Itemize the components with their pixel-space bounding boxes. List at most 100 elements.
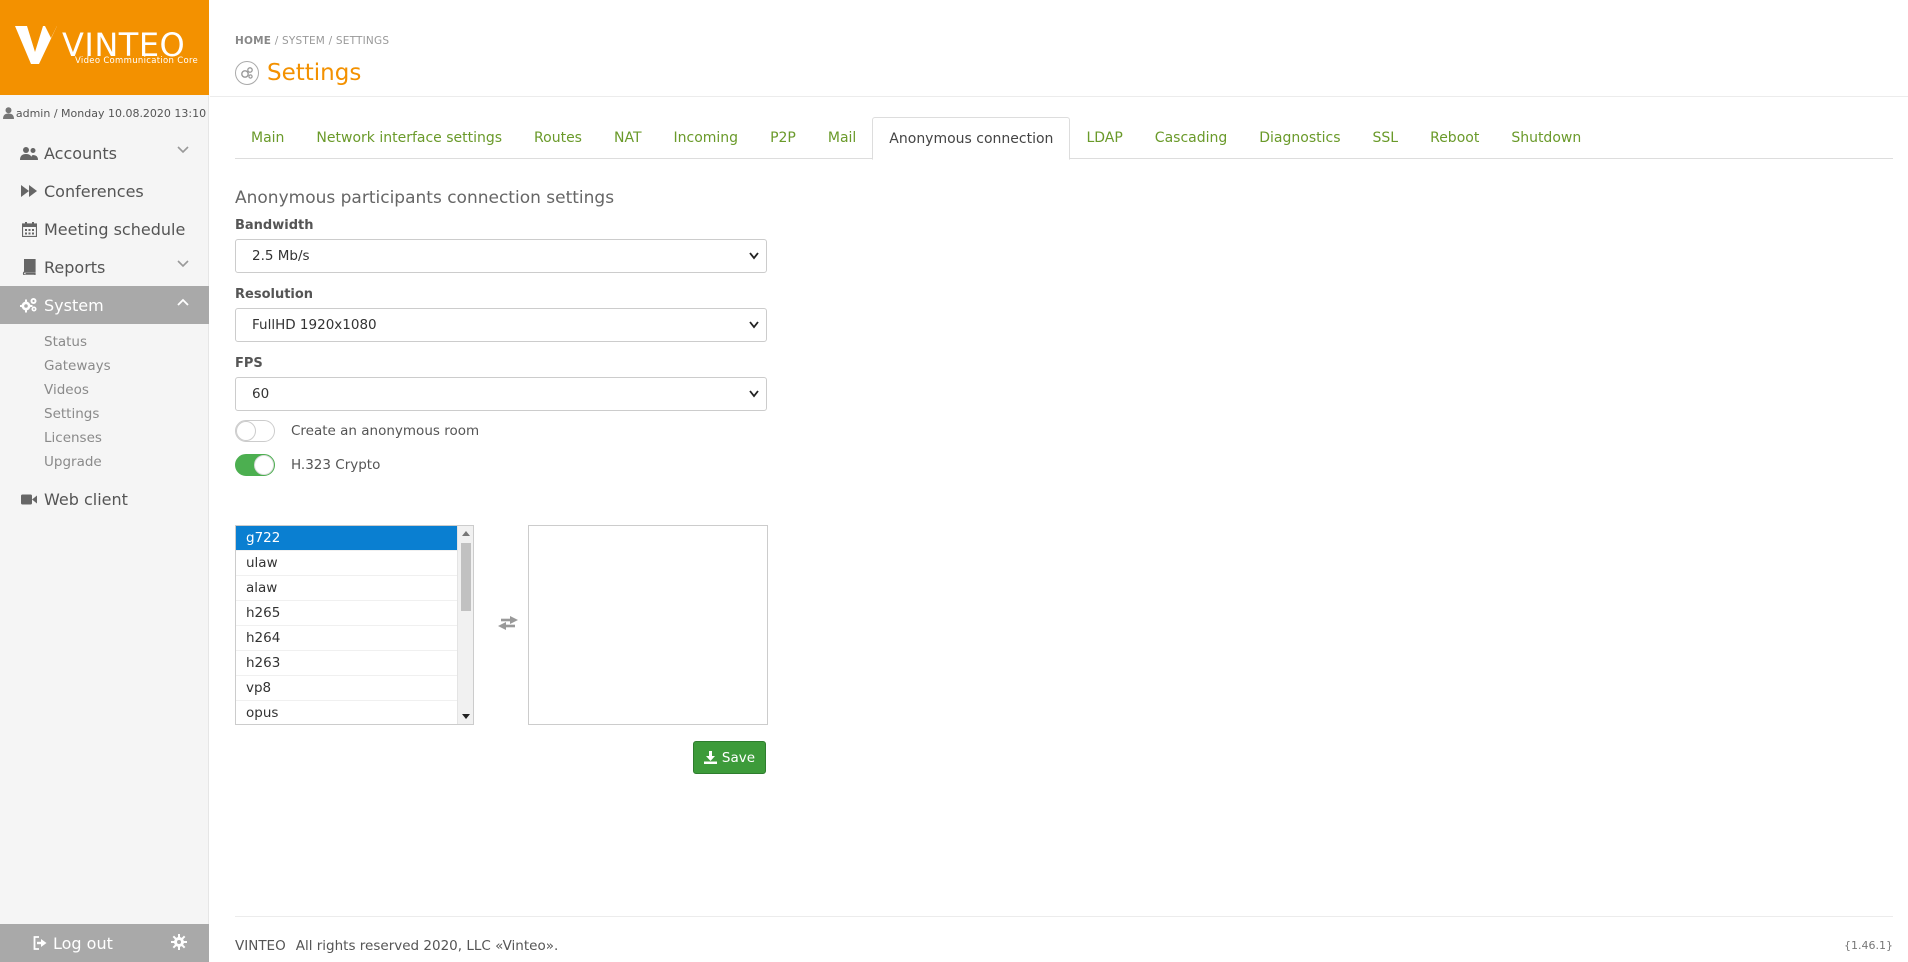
breadcrumb-home[interactable]: HOME — [235, 35, 271, 47]
sidebar-item-label: Conferences — [44, 181, 144, 201]
tab-cascading[interactable]: Cascading — [1139, 117, 1243, 159]
tab-routes[interactable]: Routes — [518, 117, 598, 159]
sidebar-nav: Accounts Conferences Meeting schedule Re… — [0, 134, 209, 518]
user-line: admin / Monday 10.08.2020 13:10 — [15, 107, 207, 120]
system-subnav: Status Gateways Videos Settings Licenses… — [0, 324, 209, 480]
save-button[interactable]: Save — [693, 741, 766, 774]
chevron-up-icon — [177, 298, 189, 306]
subnav-item-status[interactable]: Status — [0, 330, 209, 354]
anonymous-settings-form: Anonymous participants connection settin… — [235, 188, 767, 481]
resolution-select[interactable]: FullHD 1920x1080 — [235, 308, 767, 342]
save-label: Save — [721, 749, 756, 766]
chevron-down-icon — [749, 390, 759, 398]
sidebar-item-conferences[interactable]: Conferences — [0, 172, 209, 210]
user-info: admin / Monday 10.08.2020 13:10 — [0, 107, 209, 120]
section-title: Anonymous participants connection settin… — [235, 188, 615, 208]
vinteo-mark-icon — [15, 26, 57, 64]
list-scrollbar[interactable] — [457, 526, 473, 724]
chevron-down-icon — [749, 321, 759, 329]
chevron-down-icon — [177, 146, 189, 154]
tab-mail[interactable]: Mail — [812, 117, 872, 159]
sign-out-icon — [33, 936, 47, 950]
tab-diagnostics[interactable]: Diagnostics — [1243, 117, 1356, 159]
page-title: Settings — [235, 60, 361, 86]
sidebar-item-label: Meeting schedule — [44, 219, 186, 239]
breadcrumb-settings: SETTINGS — [335, 35, 390, 47]
exchange-icon[interactable] — [497, 615, 519, 631]
fps-label: FPS — [235, 356, 263, 371]
sidebar-item-label: System — [44, 295, 104, 315]
chevron-down-icon — [177, 260, 189, 268]
subnav-item-upgrade[interactable]: Upgrade — [0, 450, 209, 474]
bandwidth-select[interactable]: 2.5 Mb/s — [235, 239, 767, 273]
gear-icon[interactable] — [171, 934, 187, 950]
settings-gears-icon — [235, 61, 259, 85]
anonymous-room-label: Create an anonymous room — [291, 423, 480, 439]
list-item[interactable]: h264 — [236, 626, 457, 651]
available-codecs-list[interactable]: g722 ulaw alaw h265 h264 h263 vp8 opus — [235, 525, 474, 725]
list-item[interactable]: alaw — [236, 576, 457, 601]
tab-anonymous-connection[interactable]: Anonymous connection — [872, 117, 1071, 160]
logout-button[interactable]: Log out — [33, 934, 113, 953]
subnav-item-settings[interactable]: Settings — [0, 402, 209, 426]
toggle-knob — [236, 421, 256, 441]
tab-incoming[interactable]: Incoming — [658, 117, 755, 159]
logout-label: Log out — [53, 933, 113, 953]
selected-codecs-list[interactable] — [528, 525, 768, 725]
tab-network-interface-settings[interactable]: Network interface settings — [300, 117, 518, 159]
bandwidth-value: 2.5 Mb/s — [252, 248, 310, 264]
scroll-up-arrow-icon[interactable] — [462, 530, 470, 536]
sidebar-item-accounts[interactable]: Accounts — [0, 134, 209, 172]
sidebar-item-label: Accounts — [44, 143, 117, 163]
footer-copyright: All rights reserved 2020, LLC «Vinteo». — [295, 938, 559, 954]
sidebar-item-web-client[interactable]: Web client — [0, 480, 209, 518]
list-item[interactable]: vp8 — [236, 676, 457, 701]
breadcrumb: HOME / SYSTEM / SETTINGS — [235, 35, 389, 47]
list-item[interactable]: g722 — [236, 526, 457, 551]
list-item[interactable]: ulaw — [236, 551, 457, 576]
logo-subtitle: Video Communication Core — [75, 56, 199, 66]
h323-crypto-row: H.323 Crypto — [235, 449, 767, 481]
tab-ssl[interactable]: SSL — [1357, 117, 1415, 159]
sidebar-item-label: Web client — [44, 489, 128, 509]
video-camera-icon — [20, 490, 38, 508]
sidebar-item-meeting-schedule[interactable]: Meeting schedule — [0, 210, 209, 248]
scrollbar-thumb[interactable] — [461, 543, 471, 611]
tab-reboot[interactable]: Reboot — [1414, 117, 1495, 159]
resolution-value: FullHD 1920x1080 — [252, 317, 377, 333]
toggle-knob — [254, 455, 274, 475]
tab-main[interactable]: Main — [235, 117, 300, 159]
sidebar-item-reports[interactable]: Reports — [0, 248, 209, 286]
chevron-down-icon — [749, 252, 759, 260]
fps-value: 60 — [252, 386, 270, 402]
list-item[interactable]: h265 — [236, 601, 457, 626]
logout-bar: Log out — [0, 924, 209, 962]
settings-tabs: Main Network interface settings Routes N… — [235, 117, 1893, 160]
footer-brand: VINTEO — [235, 938, 286, 954]
footer: VINTEO All rights reserved 2020, LLC «Vin… — [235, 916, 1893, 962]
subnav-item-videos[interactable]: Videos — [0, 378, 209, 402]
breadcrumb-system[interactable]: SYSTEM — [282, 35, 325, 47]
breadcrumb-separator: / — [328, 35, 333, 47]
tab-ldap[interactable]: LDAP — [1070, 117, 1138, 159]
h323-crypto-toggle[interactable] — [235, 454, 275, 476]
tab-shutdown[interactable]: Shutdown — [1495, 117, 1597, 159]
calendar-icon — [20, 220, 38, 238]
subnav-item-licenses[interactable]: Licenses — [0, 426, 209, 450]
users-icon — [20, 144, 38, 162]
subnav-item-gateways[interactable]: Gateways — [0, 354, 209, 378]
list-item[interactable]: h263 — [236, 651, 457, 676]
vinteo-logo[interactable]: VINTEO Video Communication Core — [0, 0, 209, 95]
scroll-down-arrow-icon[interactable] — [462, 714, 470, 720]
breadcrumb-separator: / — [274, 35, 279, 47]
bandwidth-label: Bandwidth — [235, 218, 314, 233]
tab-nat[interactable]: NAT — [598, 117, 658, 159]
list-item[interactable]: opus — [236, 701, 457, 724]
resolution-label: Resolution — [235, 287, 314, 302]
fps-select[interactable]: 60 — [235, 377, 767, 411]
sidebar-item-label: Reports — [44, 257, 106, 277]
anonymous-room-toggle[interactable] — [235, 420, 275, 442]
tab-p2p[interactable]: P2P — [754, 117, 812, 159]
copyright: VINTEO All rights reserved 2020, LLC «Vin… — [235, 938, 558, 954]
sidebar-item-system[interactable]: System — [0, 286, 209, 324]
